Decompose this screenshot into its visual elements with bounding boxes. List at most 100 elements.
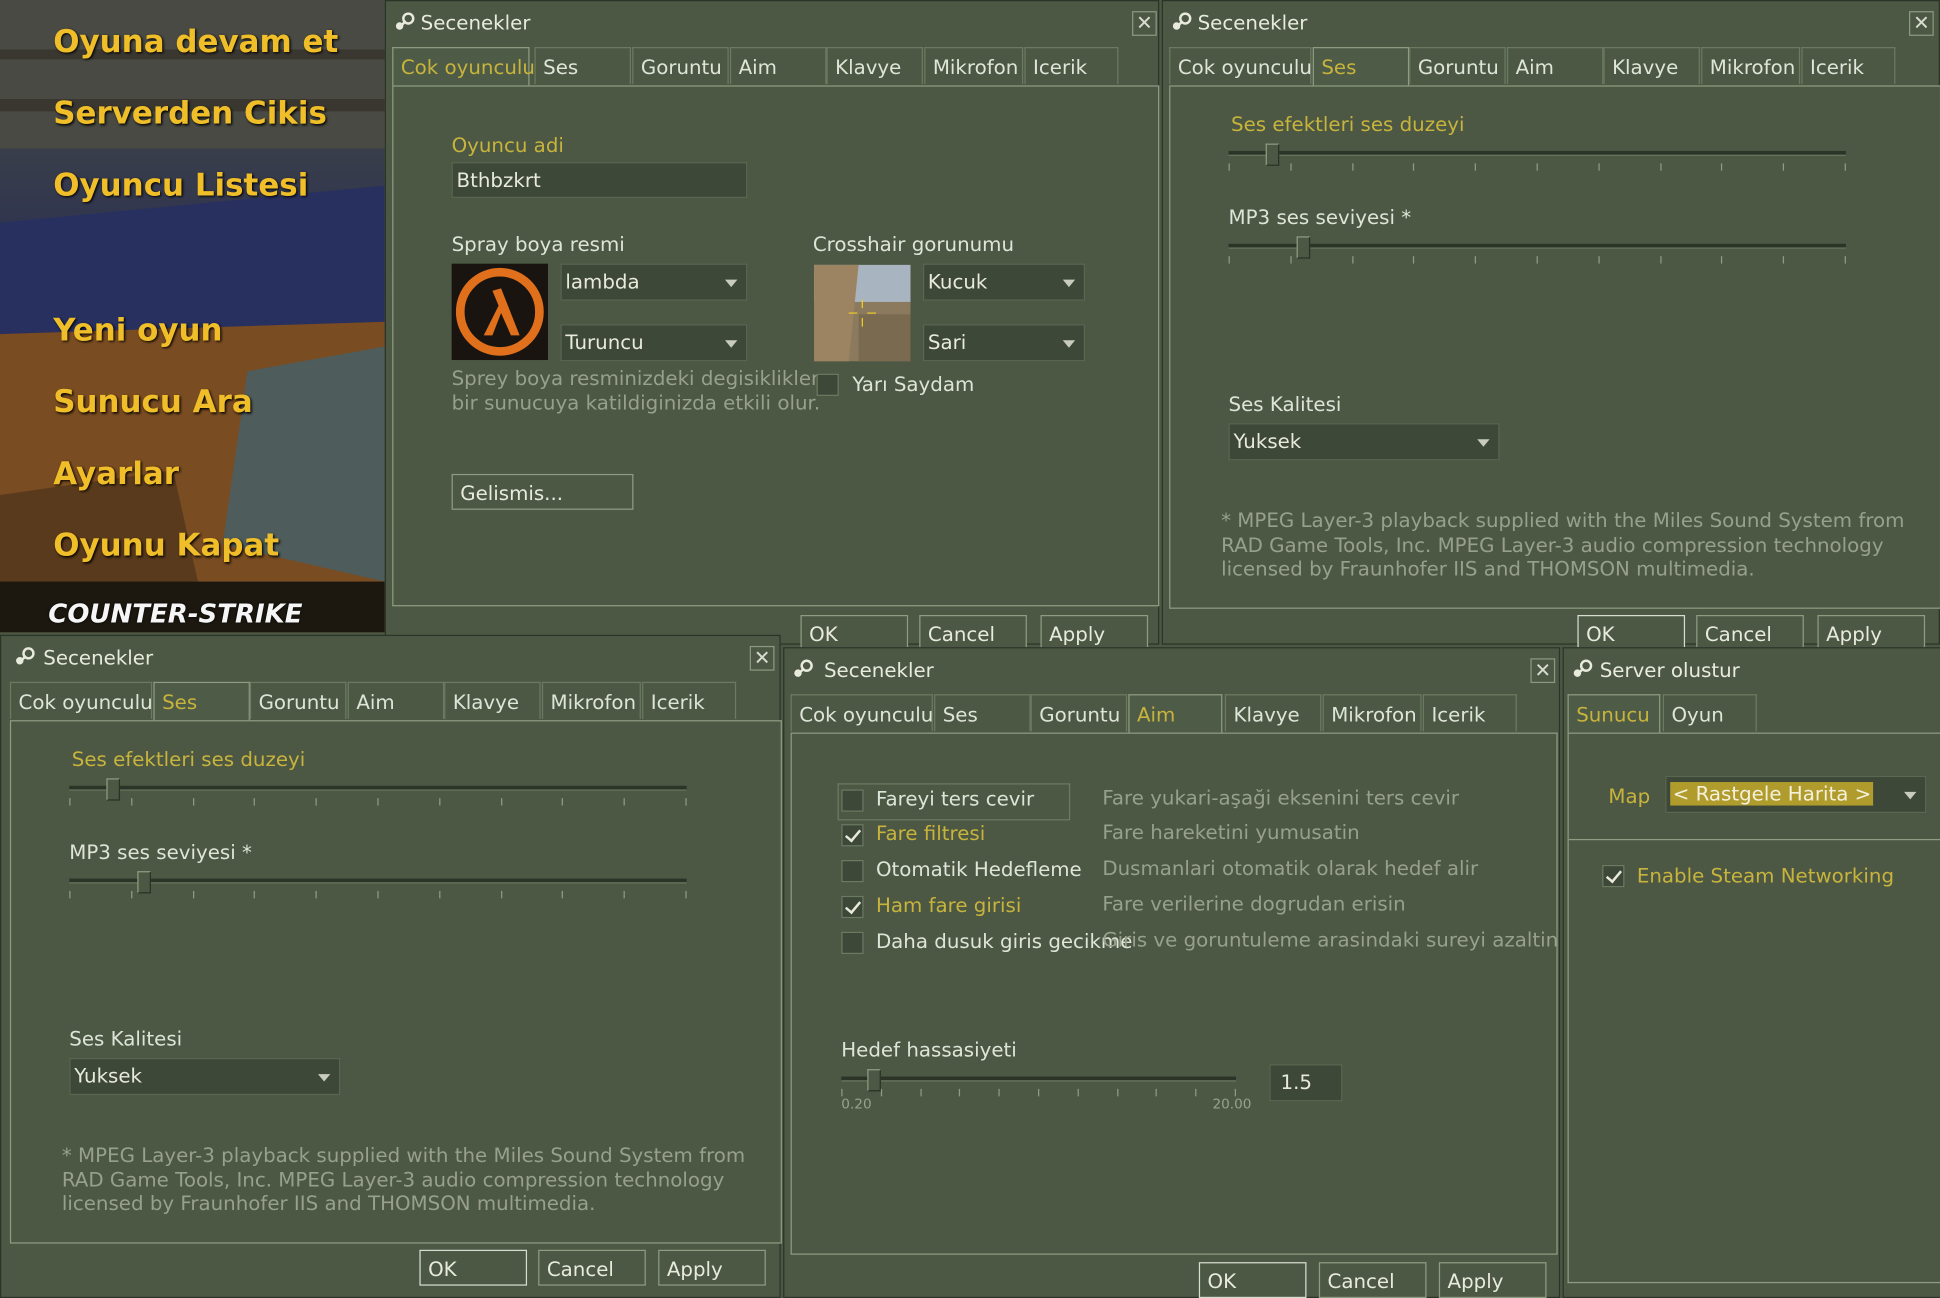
mp3-volume-text: MP3 ses seviyesi xyxy=(69,840,236,864)
aim-option-checkbox[interactable] xyxy=(841,931,864,955)
tab-sound[interactable]: Ses xyxy=(1312,47,1410,87)
map-select[interactable]: < Rastgele Harita > xyxy=(1665,775,1927,813)
advanced-button[interactable]: Gelismis... xyxy=(451,473,634,510)
tab-sound[interactable]: Ses xyxy=(934,694,1031,732)
tab-microphone[interactable]: Mikrofon xyxy=(924,47,1024,85)
mp3-volume-track[interactable] xyxy=(1228,243,1846,249)
translucent-checkbox[interactable] xyxy=(816,373,839,396)
menu-options[interactable]: Ayarlar xyxy=(53,455,179,491)
cancel-button[interactable]: Cancel xyxy=(1696,614,1804,651)
apply-button[interactable]: Apply xyxy=(1438,1262,1547,1298)
chevron-down-icon xyxy=(724,279,738,288)
tab-aim[interactable]: Aim xyxy=(729,47,827,85)
close-icon[interactable]: ✕ xyxy=(1908,11,1934,36)
tab-video[interactable]: Goruntu xyxy=(1030,694,1128,732)
tab-aim[interactable]: Aim xyxy=(347,681,445,719)
slider-tick xyxy=(1351,163,1353,171)
menu-find-servers[interactable]: Sunucu Ara xyxy=(53,384,253,420)
cancel-button[interactable]: Cancel xyxy=(1318,1262,1427,1298)
dialog-titlebar[interactable]: Secenekler ✕ xyxy=(1163,1,1939,43)
tab-content[interactable]: Icerik xyxy=(1422,694,1517,732)
tab-sound[interactable]: Ses xyxy=(153,681,250,722)
slider-tick xyxy=(500,890,502,899)
tab-aim[interactable]: Aim xyxy=(1128,694,1223,734)
tab-content[interactable]: Icerik xyxy=(1801,47,1896,85)
tab-microphone[interactable]: Mikrofon xyxy=(1322,694,1422,732)
sound-quality-select[interactable]: Yuksek xyxy=(1228,423,1500,461)
dialog-titlebar[interactable]: Secenekler ✕ xyxy=(784,648,1558,690)
dialog-titlebar[interactable]: Server olustur xyxy=(1564,648,1940,690)
menu-resume-game[interactable]: Oyuna devam et xyxy=(53,24,338,60)
close-icon[interactable]: ✕ xyxy=(1132,11,1157,36)
dialog-titlebar[interactable]: Secenekler ✕ xyxy=(386,1,1158,43)
dialog-titlebar[interactable]: Secenekler ✕ xyxy=(1,636,779,678)
spray-label: Spray boya resmi xyxy=(451,232,625,257)
sensitivity-input[interactable]: 1.5 xyxy=(1269,1064,1343,1102)
slider-tick xyxy=(1783,163,1785,171)
tab-game[interactable]: Oyun xyxy=(1662,694,1757,732)
aim-option-checkbox[interactable] xyxy=(841,789,864,812)
ok-button[interactable]: OK xyxy=(419,1249,528,1286)
slider-tick xyxy=(1474,256,1477,264)
menu-disconnect[interactable]: Serverden Cikis xyxy=(53,95,327,131)
slider-tick xyxy=(377,798,379,806)
aim-panel: Fareyi ters cevir Fare yukari-aşaği eksen… xyxy=(790,732,1558,1255)
aim-option-description: Dusmanlari otomatik olarak hedef alir xyxy=(1102,856,1479,880)
spray-image-value: lambda xyxy=(565,269,640,294)
tab-content[interactable]: Icerik xyxy=(1024,47,1119,85)
ok-button[interactable]: OK xyxy=(1198,1262,1307,1298)
spray-color-select[interactable]: Turuncu xyxy=(560,324,748,362)
tab-keyboard[interactable]: Klavye xyxy=(444,681,541,719)
sound-panel: Ses efektleri ses duzeyi MP3 ses seviyes… xyxy=(9,720,782,1244)
slider-tick xyxy=(1844,256,1846,264)
effects-volume-track[interactable] xyxy=(69,785,687,791)
cancel-button[interactable]: Cancel xyxy=(538,1249,646,1286)
tab-multiplayer[interactable]: Cok oyunculu xyxy=(1169,47,1312,85)
tab-multiplayer[interactable]: Cok oyunculu xyxy=(790,694,933,732)
player-name-label: Oyuncu adi xyxy=(451,133,564,158)
tab-aim[interactable]: Aim xyxy=(1506,47,1604,85)
tab-sound[interactable]: Ses xyxy=(534,47,631,85)
aim-option-checkbox[interactable] xyxy=(841,859,864,883)
cancel-button[interactable]: Cancel xyxy=(919,614,1027,651)
menu-quit[interactable]: Oyunu Kapat xyxy=(53,527,279,563)
ok-button[interactable]: OK xyxy=(800,614,909,651)
mp3-volume-track[interactable] xyxy=(69,878,687,884)
tab-keyboard[interactable]: Klavye xyxy=(1224,694,1322,732)
tab-multiplayer[interactable]: Cok oyunculu xyxy=(9,681,153,719)
steam-networking-checkbox[interactable] xyxy=(1602,864,1625,888)
tab-keyboard[interactable]: Klavye xyxy=(1603,47,1700,85)
menu-new-game[interactable]: Yeni oyun xyxy=(53,312,222,348)
tab-multiplayer[interactable]: Cok oyunculu xyxy=(392,47,535,87)
tab-content[interactable]: Icerik xyxy=(642,681,737,719)
ok-button[interactable]: OK xyxy=(1577,614,1686,651)
options-dialog-multiplayer: Secenekler ✕ Cok oyunculu Ses Goruntu Ai… xyxy=(384,0,1160,651)
slider-tick xyxy=(1351,256,1353,264)
crosshair-color-select[interactable]: Sari xyxy=(922,324,1086,362)
effects-volume-track[interactable] xyxy=(1228,150,1846,156)
license-line-3: licensed by Fraunhofer IIS and THOMSON m… xyxy=(61,1191,596,1216)
player-name-input[interactable]: Bthbzkrt xyxy=(451,162,748,198)
close-icon[interactable]: ✕ xyxy=(1530,658,1556,684)
tab-microphone[interactable]: Mikrofon xyxy=(541,681,641,719)
apply-button[interactable]: Apply xyxy=(1817,614,1926,651)
tab-video[interactable]: Goruntu xyxy=(632,47,729,85)
aim-option-checkbox[interactable] xyxy=(841,895,864,919)
aim-option-description: Fare verilerine dogrudan erisin xyxy=(1102,892,1406,916)
tab-keyboard[interactable]: Klavye xyxy=(826,47,923,85)
tab-video[interactable]: Goruntu xyxy=(249,681,347,719)
close-icon[interactable]: ✕ xyxy=(749,645,775,671)
menu-player-list[interactable]: Oyuncu Listesi xyxy=(53,167,308,203)
sensitivity-track[interactable] xyxy=(841,1076,1236,1082)
sensitivity-label: Hedef hassasiyeti xyxy=(841,1038,1017,1062)
slider-tick xyxy=(130,798,133,806)
aim-option-checkbox[interactable] xyxy=(841,824,864,847)
tab-server[interactable]: Sunucu xyxy=(1567,694,1661,734)
sound-quality-select[interactable]: Yuksek xyxy=(69,1057,341,1096)
apply-button[interactable]: Apply xyxy=(1040,614,1149,651)
tab-video[interactable]: Goruntu xyxy=(1409,47,1506,85)
spray-image-select[interactable]: lambda xyxy=(560,263,748,301)
apply-button[interactable]: Apply xyxy=(658,1249,766,1286)
tab-microphone[interactable]: Mikrofon xyxy=(1701,47,1801,85)
crosshair-size-select[interactable]: Kucuk xyxy=(922,263,1086,301)
